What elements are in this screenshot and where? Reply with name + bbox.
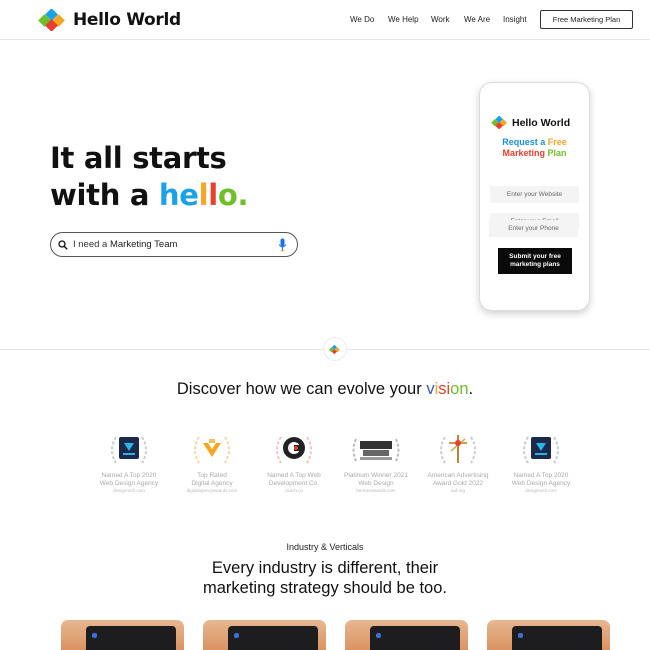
vision-letter: o	[450, 380, 460, 398]
hero-headline: It all starts with a hello.	[50, 140, 249, 214]
hello-letter: .	[237, 178, 249, 212]
request-text-marketing: Marketing	[502, 148, 545, 158]
industry-heading: Every industry is different, their marke…	[0, 558, 650, 598]
discover-heading: Discover how we can evolve your vision.	[0, 380, 650, 399]
industry-card[interactable]	[345, 620, 468, 650]
phone-mockup: Hello World Request a Free Marketing Pla…	[479, 82, 590, 311]
award-item: Named A Top 2020 Web Design Agency desig…	[89, 430, 169, 493]
free-marketing-plan-button[interactable]: Free Marketing Plan	[540, 10, 633, 29]
vision-word: vision	[426, 380, 468, 398]
phone-field[interactable]: Enter your Phone	[489, 220, 578, 237]
award-source: digitalagencyawards.com	[186, 488, 238, 493]
industry-heading-line-2: marketing strategy should be too.	[203, 579, 447, 597]
search-prefix: I need a	[73, 239, 108, 250]
top-rated-badge-icon	[172, 430, 252, 470]
request-text: Request a	[502, 137, 546, 147]
industry-card[interactable]	[203, 620, 326, 650]
hello-letter: l	[208, 178, 218, 212]
submit-plan-button[interactable]: Submit your free marketing plans	[498, 248, 572, 274]
phone-brand-logo: Hello World	[491, 116, 570, 129]
logo-mark-icon	[491, 116, 508, 129]
request-text-plan: Plan	[547, 148, 567, 158]
laptop-image	[86, 626, 176, 650]
request-plan-heading: Request a Free Marketing Plan	[485, 137, 584, 159]
search-value: Marketing Team	[109, 239, 178, 250]
laptop-image	[228, 626, 318, 650]
phone-brand-name: Hello World	[512, 116, 571, 129]
industry-heading-line-1: Every industry is different, their	[211, 559, 439, 577]
industry-label: Industry & Verticals	[286, 542, 364, 552]
hello-letter: e	[179, 178, 199, 212]
request-text-free: Free	[547, 137, 567, 147]
industry-card[interactable]	[487, 620, 610, 650]
laptop-image	[512, 626, 602, 650]
award-line-2: Development Co.	[268, 479, 320, 487]
award-source: clutch.co	[285, 488, 303, 493]
award-item: Top Rated Digital Agency digitalagencyaw…	[172, 430, 252, 493]
designrush-badge-icon	[501, 430, 581, 470]
designrush-badge-icon	[89, 430, 169, 470]
discover-suffix: .	[468, 380, 474, 398]
discover-prefix: Discover how we can evolve your	[176, 380, 422, 398]
award-line-1: Named A Top Web	[267, 472, 321, 479]
award-item: Platinum Winner 2021 Web Design hermesaw…	[336, 430, 416, 493]
hero-line-2-prefix: with a	[50, 178, 150, 212]
laptop-image	[370, 626, 460, 650]
award-line-1: Top Rated	[197, 472, 227, 479]
award-source: designrush.com	[525, 488, 557, 493]
hello-letter: l	[198, 178, 209, 212]
nav-we-do[interactable]: We Do	[350, 15, 374, 24]
hermes-badge-icon	[336, 430, 416, 470]
award-line-1: American Advertising	[427, 472, 489, 479]
brand-logo[interactable]: Hello World	[38, 9, 181, 31]
industry-card[interactable]	[61, 620, 184, 650]
award-line-2: Award Gold 2022	[432, 479, 484, 487]
hero-line-1: It all starts	[50, 141, 227, 175]
hello-letter: h	[158, 178, 180, 212]
hello-word: hello.	[158, 178, 249, 212]
vision-letter: v	[426, 380, 435, 398]
nav-we-help[interactable]: We Help	[388, 15, 419, 24]
award-line-1: Named A Top 2020	[101, 472, 157, 479]
website-field[interactable]: Enter your Website	[490, 186, 579, 203]
award-line-1: Named A Top 2020	[513, 472, 569, 479]
award-source: hermesawards.com	[356, 488, 396, 493]
award-item: Named A Top 2020 Web Design Agency desig…	[501, 430, 581, 493]
phone-screen: Hello World Request a Free Marketing Pla…	[485, 104, 584, 304]
vision-letter: n	[459, 380, 469, 398]
nav-insight[interactable]: Insight	[503, 15, 527, 24]
award-source: designrush.com	[113, 488, 145, 493]
hello-letter: o	[217, 178, 238, 212]
nav-work[interactable]: Work	[431, 15, 450, 24]
logo-mark-icon	[329, 344, 340, 354]
award-line-2: Digital Agency	[191, 479, 233, 487]
award-item: Named A Top Web Development Co. clutch.c…	[254, 430, 334, 493]
hero-search-input[interactable]: I need a Marketing Team	[50, 232, 298, 257]
award-item: American Advertising Award Gold 2022 aaf…	[418, 430, 498, 493]
submit-line-2: marketing plans	[510, 261, 560, 268]
logo-mark-icon	[38, 9, 65, 31]
submit-line-1: Submit your free	[509, 253, 561, 260]
microphone-icon[interactable]	[278, 238, 287, 252]
addy-award-icon	[418, 430, 498, 470]
site-header: Hello World We Do We Help Work We Are In…	[0, 0, 650, 40]
nav-we-are[interactable]: We Are	[464, 15, 490, 24]
brand-name: Hello World	[73, 10, 181, 30]
award-line-1: Platinum Winner 2021	[344, 472, 408, 479]
award-source: aaf.org	[450, 488, 465, 493]
award-line-2: Web Design	[358, 479, 394, 487]
award-line-2: Web Design Agency	[99, 479, 159, 487]
search-icon	[58, 239, 68, 250]
hero-line-2: with a hello.	[50, 177, 249, 214]
search-query: I need a Marketing Team	[73, 239, 177, 250]
award-line-2: Web Design Agency	[511, 479, 571, 487]
clutch-badge-icon	[254, 430, 334, 470]
divider-badge	[323, 337, 347, 361]
